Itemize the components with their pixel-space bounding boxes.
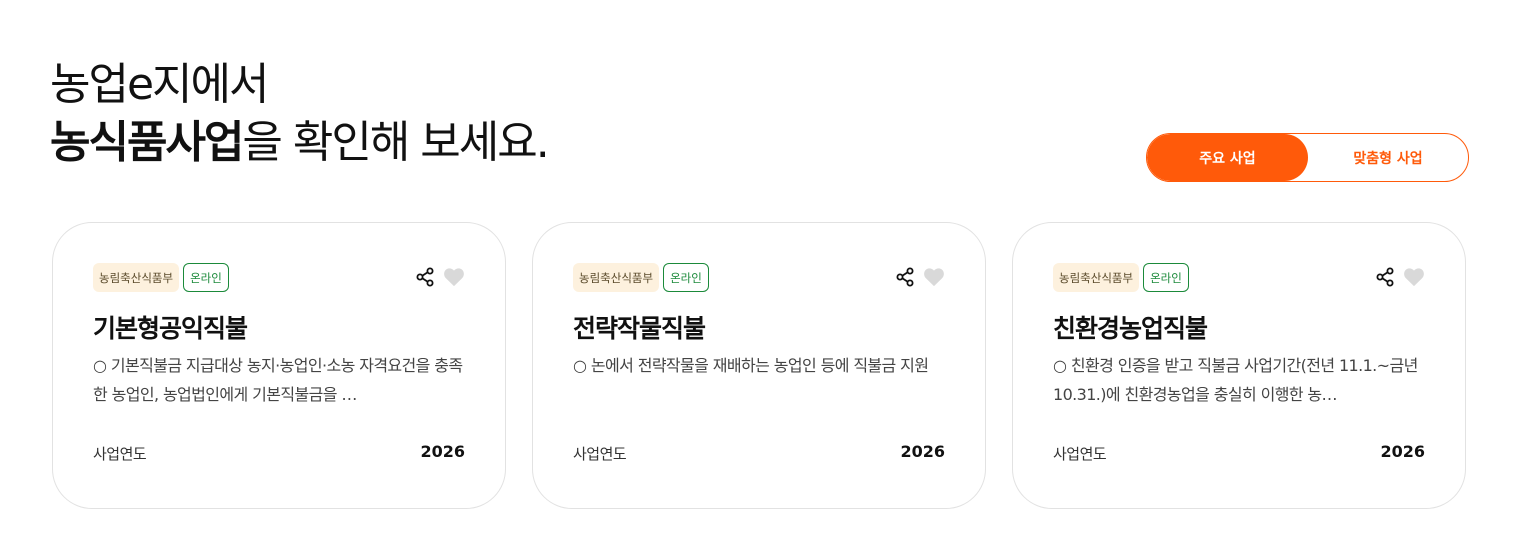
year-value: 2026 (1380, 442, 1425, 461)
year-value: 2026 (900, 442, 945, 461)
heading-rest: 을 확인해 보세요. (242, 117, 549, 168)
business-card[interactable]: 농림축산식품부 온라인 기본형공익직불 ○ 기본직불금 지급대상 농지·농업인·… (52, 222, 506, 509)
year-label: 사업연도 (1053, 445, 1107, 463)
section-heading: 농업e지에서 농식품사업을 확인해 보세요. (50, 56, 550, 172)
page: 농업e지에서 농식품사업을 확인해 보세요. 주요 사업 맞춤형 사업 농림축산… (0, 0, 1533, 533)
online-badge: 온라인 (183, 263, 229, 292)
share-icon[interactable] (894, 266, 916, 288)
heading-line1: 농업e지에서 (50, 59, 269, 110)
card-title: 기본형공익직불 (93, 314, 248, 343)
year-value: 2026 (420, 442, 465, 461)
ministry-badge: 농림축산식품부 (93, 263, 180, 292)
card-description: ○ 기본직불금 지급대상 농지·농업인·소농 자격요건을 충족한 농업인, 농업… (93, 356, 463, 404)
year-label: 사업연도 (573, 445, 627, 463)
card-actions (894, 266, 945, 288)
tab-custom-business[interactable]: 맞춤형 사업 (1308, 134, 1468, 181)
heart-icon[interactable] (443, 266, 465, 288)
card-actions (1374, 266, 1425, 288)
card-badges: 농림축산식품부 온라인 (573, 263, 709, 292)
online-badge: 온라인 (663, 263, 709, 292)
ministry-badge: 농림축산식품부 (1053, 263, 1140, 292)
business-card[interactable]: 농림축산식품부 온라인 전략작물직불 ○ 논에서 전략작물을 재배하는 농업인 … (532, 222, 986, 509)
business-card[interactable]: 농림축산식품부 온라인 친환경농업직불 ○ 친환경 인증을 받고 직불금 사업기… (1012, 222, 1466, 509)
ministry-badge: 농림축산식품부 (573, 263, 660, 292)
business-type-toggle: 주요 사업 맞춤형 사업 (1146, 133, 1469, 182)
card-description: ○ 논에서 전략작물을 재배하는 농업인 등에 직불금 지원 (573, 356, 929, 375)
online-badge: 온라인 (1143, 263, 1189, 292)
share-icon[interactable] (1374, 266, 1396, 288)
heading-line2: 농식품사업을 확인해 보세요. (50, 114, 550, 172)
heading-emphasis: 농식품사업 (50, 117, 244, 168)
card-badges: 농림축산식품부 온라인 (93, 263, 229, 292)
tab-main-business[interactable]: 주요 사업 (1147, 134, 1308, 181)
heart-icon[interactable] (923, 266, 945, 288)
card-title: 친환경농업직불 (1053, 314, 1208, 343)
card-title: 전략작물직불 (573, 314, 706, 343)
card-actions (414, 266, 465, 288)
share-icon[interactable] (414, 266, 436, 288)
heart-icon[interactable] (1403, 266, 1425, 288)
card-description: ○ 친환경 인증을 받고 직불금 사업기간(전년 11.1.~금년 10.31.… (1053, 356, 1418, 404)
year-label: 사업연도 (93, 445, 147, 463)
card-badges: 농림축산식품부 온라인 (1053, 263, 1189, 292)
